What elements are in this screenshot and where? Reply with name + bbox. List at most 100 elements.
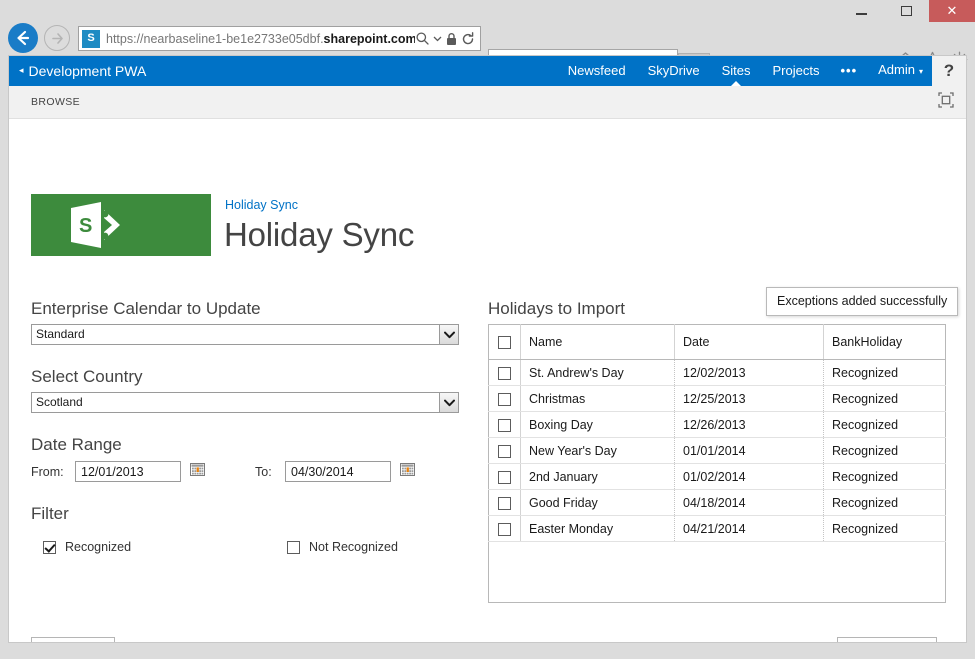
browser-toolbar: S https://nearbaseline1-be1e2733e05dbf.s… xyxy=(0,22,975,55)
table-row[interactable]: Christmas 12/25/2013 Recognized xyxy=(489,386,946,412)
url-prefix: https://nearbaseline1-be1e2733e05dbf. xyxy=(106,32,324,46)
row-select-cell xyxy=(489,490,521,516)
enterprise-calendar-select[interactable]: Standard xyxy=(31,324,459,345)
chevron-down-icon[interactable] xyxy=(433,34,442,43)
forward-arrow-icon xyxy=(50,31,65,46)
cell-name: St. Andrew's Day xyxy=(521,360,675,386)
calendar-heading: Enterprise Calendar to Update xyxy=(31,299,466,319)
country-select[interactable]: Scotland xyxy=(31,392,459,413)
breadcrumb-link[interactable]: Holiday Sync xyxy=(225,198,298,212)
from-date-input[interactable] xyxy=(75,461,181,482)
table-row[interactable]: New Year's Day 01/01/2014 Recognized xyxy=(489,438,946,464)
cell-date: 12/25/2013 xyxy=(675,386,824,412)
cell-date: 12/26/2013 xyxy=(675,412,824,438)
column-header-bankholiday[interactable]: BankHoliday xyxy=(824,325,946,360)
form-panel: Enterprise Calendar to Update Standard S… xyxy=(31,299,466,554)
row-checkbox[interactable] xyxy=(498,523,511,536)
minimize-button[interactable] xyxy=(839,0,884,22)
calendar-icon[interactable] xyxy=(190,462,205,482)
table-row[interactable]: Good Friday 04/18/2014 Recognized xyxy=(489,490,946,516)
date-range-row: From: xyxy=(31,461,466,482)
cell-bankholiday: Recognized xyxy=(824,438,946,464)
chevron-down-icon[interactable] xyxy=(439,393,458,412)
back-button[interactable] xyxy=(8,23,38,53)
cell-bankholiday: Recognized xyxy=(824,490,946,516)
enterprise-calendar-value: Standard xyxy=(31,324,459,345)
row-checkbox[interactable] xyxy=(498,419,511,432)
table-empty-area xyxy=(488,542,946,603)
select-all-checkbox[interactable] xyxy=(498,336,511,349)
cell-date: 04/21/2014 xyxy=(675,516,824,542)
filter-not-recognized-label: Not Recognized xyxy=(309,540,398,554)
status-toast: Exceptions added successfully xyxy=(766,287,958,316)
import-selected-button[interactable]: Import Selected xyxy=(837,637,937,643)
help-button[interactable]: ? xyxy=(932,56,966,86)
table-header-row: Name Date BankHoliday xyxy=(489,325,946,360)
country-value: Scotland xyxy=(31,392,459,413)
url-domain: sharepoint.com xyxy=(324,32,415,46)
page-body: S Holiday Sync Holiday Sync Enterprise C… xyxy=(9,119,966,642)
holidays-panel: Holidays to Import Name Date BankHoliday xyxy=(488,299,948,603)
title-bar: ✕ xyxy=(0,0,975,22)
suite-link-projects[interactable]: Projects xyxy=(762,56,831,86)
table-row[interactable]: St. Andrew's Day 12/02/2013 Recognized xyxy=(489,360,946,386)
cell-bankholiday: Recognized xyxy=(824,386,946,412)
address-bar[interactable]: S https://nearbaseline1-be1e2733e05dbf.s… xyxy=(78,26,481,51)
chevron-down-icon[interactable] xyxy=(439,325,458,344)
cell-name: Christmas xyxy=(521,386,675,412)
country-heading: Select Country xyxy=(31,367,466,387)
cell-bankholiday: Recognized xyxy=(824,516,946,542)
focus-on-content-button[interactable] xyxy=(938,92,954,113)
cell-bankholiday: Recognized xyxy=(824,464,946,490)
maximize-button[interactable] xyxy=(884,0,929,22)
browser-window: ✕ S https://nearbaseline1-be1e2733e05dbf… xyxy=(0,0,975,659)
cell-name: Good Friday xyxy=(521,490,675,516)
cell-name: Easter Monday xyxy=(521,516,675,542)
window-controls: ✕ xyxy=(839,0,975,22)
admin-menu[interactable]: Admin▾ xyxy=(867,55,932,87)
cell-bankholiday: Recognized xyxy=(824,412,946,438)
row-checkbox[interactable] xyxy=(498,393,511,406)
table-body: St. Andrew's Day 12/02/2013 Recognized C… xyxy=(489,360,946,542)
row-select-cell xyxy=(489,516,521,542)
cell-date: 12/02/2013 xyxy=(675,360,824,386)
filter-recognized-checkbox[interactable] xyxy=(43,541,56,554)
filter-recognized-label: Recognized xyxy=(65,540,131,554)
cell-date: 01/01/2014 xyxy=(675,438,824,464)
get-holidays-button[interactable]: Get Holidays xyxy=(31,637,115,643)
table-row[interactable]: Boxing Day 12/26/2013 Recognized xyxy=(489,412,946,438)
tab-browse[interactable]: BROWSE xyxy=(31,96,80,108)
sharepoint-favicon-icon: S xyxy=(82,30,100,48)
maximize-icon xyxy=(901,6,912,16)
forward-button[interactable] xyxy=(44,25,70,51)
table-row[interactable]: 2nd January 01/02/2014 Recognized xyxy=(489,464,946,490)
row-checkbox[interactable] xyxy=(498,445,511,458)
page-title: Holiday Sync xyxy=(224,216,414,254)
cell-bankholiday: Recognized xyxy=(824,360,946,386)
column-header-date[interactable]: Date xyxy=(675,325,824,360)
suite-more-icon[interactable]: ••• xyxy=(830,56,867,86)
table-row[interactable]: Easter Monday 04/21/2014 Recognized xyxy=(489,516,946,542)
calendar-icon[interactable] xyxy=(400,462,415,482)
suite-link-sites[interactable]: Sites xyxy=(711,56,762,86)
row-checkbox[interactable] xyxy=(498,471,511,484)
to-date-input[interactable] xyxy=(285,461,391,482)
row-select-cell xyxy=(489,386,521,412)
close-icon: ✕ xyxy=(947,5,958,18)
row-checkbox[interactable] xyxy=(498,497,511,510)
suite-link-skydrive[interactable]: SkyDrive xyxy=(637,56,711,86)
suite-link-newsfeed[interactable]: Newsfeed xyxy=(557,56,637,86)
row-checkbox[interactable] xyxy=(498,367,511,380)
row-select-cell xyxy=(489,464,521,490)
close-button[interactable]: ✕ xyxy=(929,0,975,22)
refresh-icon[interactable] xyxy=(461,32,475,46)
cell-name: 2nd January xyxy=(521,464,675,490)
row-select-cell xyxy=(489,412,521,438)
filter-not-recognized-checkbox[interactable] xyxy=(287,541,300,554)
address-bar-icons xyxy=(415,31,480,46)
search-icon[interactable] xyxy=(415,31,430,46)
date-range-heading: Date Range xyxy=(31,435,466,455)
site-breadcrumb[interactable]: ◂ Development PWA xyxy=(19,63,146,79)
column-header-name[interactable]: Name xyxy=(521,325,675,360)
cell-date: 04/18/2014 xyxy=(675,490,824,516)
